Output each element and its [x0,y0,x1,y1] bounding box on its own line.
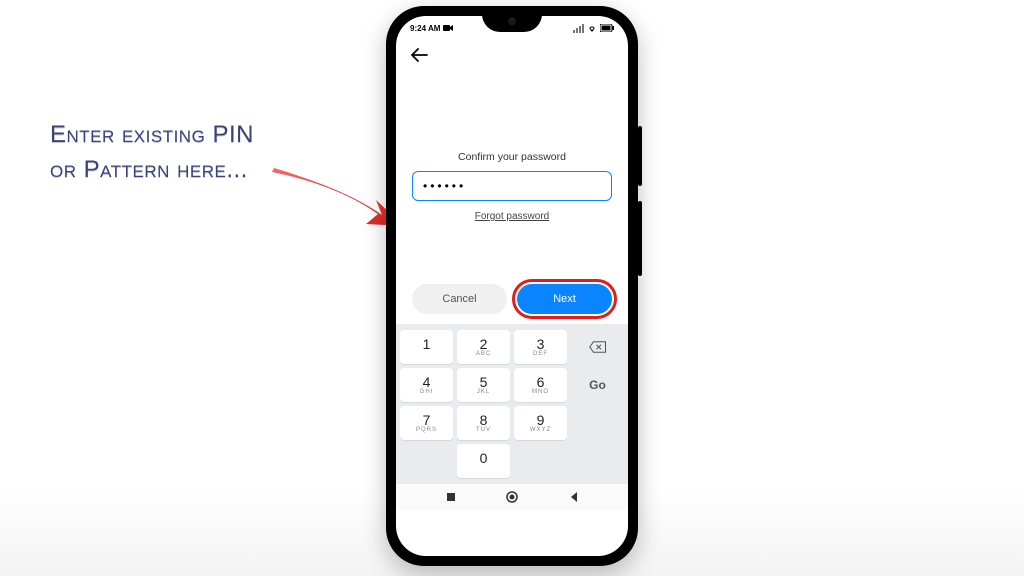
key-2[interactable]: 2ABC [457,330,510,364]
annotation-line1: Enter existing PIN [50,118,254,153]
volume-button [638,126,642,186]
back-button[interactable] [410,46,428,67]
cancel-button[interactable]: Cancel [412,284,507,314]
forgot-password-link[interactable]: Forgot password [475,211,549,222]
key-blank-2 [400,444,453,478]
key-blank-1 [571,406,624,440]
phone-screen: 9:24 AM Confirm your password •••••• For… [396,16,628,556]
status-time: 9:24 AM [410,24,440,33]
wifi-icon [587,24,597,32]
key-blank-4 [571,444,624,478]
nav-home[interactable] [505,490,519,504]
camera-icon [443,24,453,32]
key-4[interactable]: 4GHI [400,368,453,402]
key-8[interactable]: 8TUV [457,406,510,440]
annotation-line2: or Pattern here... [50,153,254,188]
key-5[interactable]: 5JKL [457,368,510,402]
key-6[interactable]: 6MNO [514,368,567,402]
key-0[interactable]: 0 [457,444,510,478]
tutorial-annotation: Enter existing PIN or Pattern here... [50,118,254,188]
android-navbar [396,484,628,510]
key-go[interactable]: Go [571,368,624,402]
prompt-label: Confirm your password [412,151,612,163]
key-7[interactable]: 7PQRS [400,406,453,440]
numeric-keypad: 1 2ABC 3DEF 4GHI 5JKL 6MNO Go 7PQRS 8TUV… [396,324,628,484]
key-3[interactable]: 3DEF [514,330,567,364]
battery-icon [600,24,614,32]
key-blank-3 [514,444,567,478]
key-1[interactable]: 1 [400,330,453,364]
password-value: •••••• [423,179,466,193]
key-9[interactable]: 9WXYZ [514,406,567,440]
phone-frame: 9:24 AM Confirm your password •••••• For… [386,6,638,566]
next-button[interactable]: Next [517,284,612,314]
key-backspace[interactable] [571,330,624,364]
nav-recents[interactable] [444,490,458,504]
password-input[interactable]: •••••• [412,171,612,201]
power-button [638,201,642,276]
nav-back[interactable] [567,490,581,504]
signal-icon [573,24,584,33]
